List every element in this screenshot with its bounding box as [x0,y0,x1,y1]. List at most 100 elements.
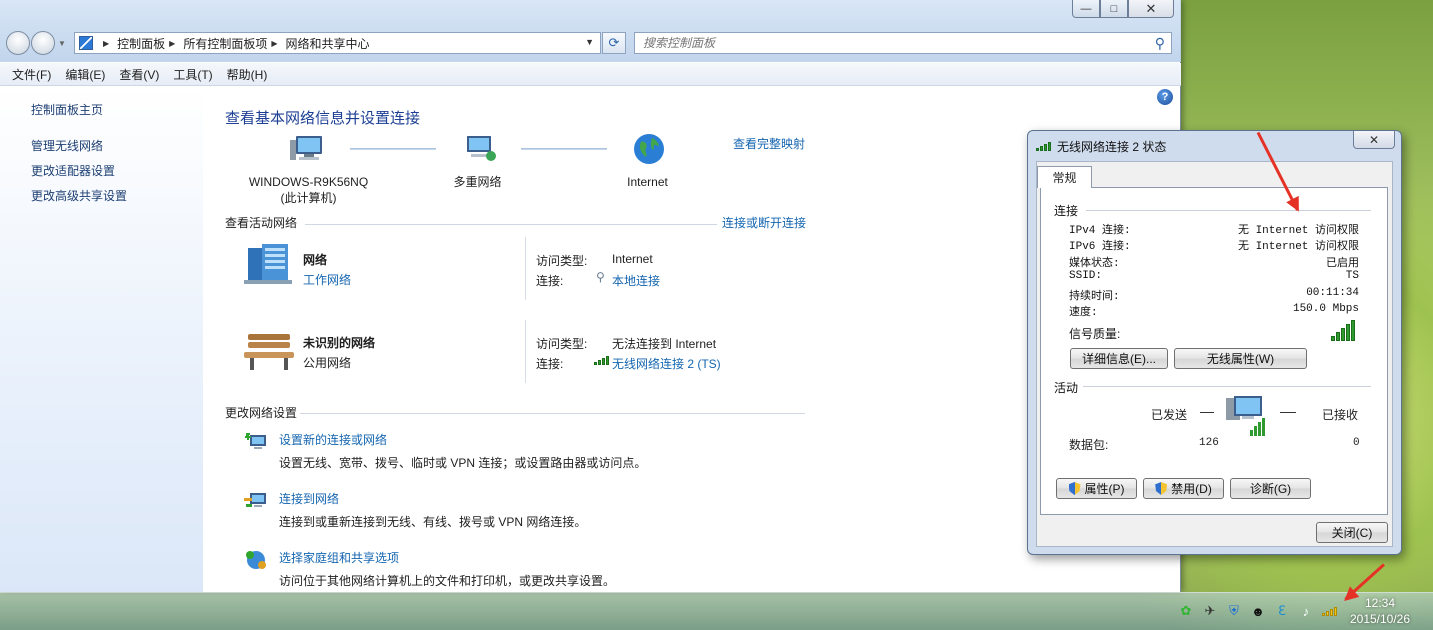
signal-quality-label: 信号质量: [1069,327,1121,341]
close-icon: ✕ [1368,132,1380,147]
navigation-buttons: ▼ [6,31,66,55]
close-button[interactable]: ✕ [1128,0,1174,18]
properties-button-label: 属性(P) [1084,482,1125,496]
wifi-tray-icon[interactable]: ✿ [1178,603,1194,619]
menu-view[interactable]: 查看(V) [112,66,166,83]
connect-to-network-link[interactable]: 连接到网络 [279,490,339,507]
divider [1200,412,1214,413]
page-title: 查看基本网络信息并设置连接 [225,110,421,127]
ipv4-value: 无 Internet 访问权限 [1237,225,1359,237]
local-connection-link[interactable]: 本地连接 [612,272,660,289]
caption-buttons: — □ ✕ [1072,0,1174,18]
sidebar-item-control-panel-home[interactable]: 控制面板主页 [31,101,103,118]
map-connection-line [521,148,607,150]
received-label: 已接收 [1322,408,1359,422]
breadcrumb-control-panel[interactable]: 控制面板 [117,35,165,52]
security-shield-icon[interactable]: ⛨ [1226,603,1242,619]
menu-help[interactable]: 帮助(H) [220,66,275,83]
packets-received-value: 0 [1353,437,1360,449]
connection-label: 连接: [536,274,564,288]
disable-button[interactable]: 禁用(D) [1143,478,1224,499]
homegroup-sharing-link[interactable]: 选择家庭组和共享选项 [279,549,399,566]
wireless-properties-button[interactable]: 无线属性(W) [1174,348,1307,369]
qq-penguin-icon[interactable]: ☻ [1250,603,1266,619]
homegroup-icon [244,549,268,571]
details-button[interactable]: 详细信息(E)... [1070,348,1168,369]
ssid-label: SSID: [1069,270,1103,282]
recent-pages-dropdown-icon[interactable]: ▼ [58,39,66,48]
packets-label: 数据包: [1069,438,1109,452]
computer-icon [289,134,327,164]
internet-label: Internet [627,175,668,189]
connect-disconnect-link[interactable]: 连接或断开连接 [722,214,806,231]
setup-new-connection-desc: 设置无线、宽带、拨号、临时或 VPN 连接；或设置路由器或访问点。 [279,456,647,470]
network-name: 网络 [303,253,328,267]
park-bench-icon [244,330,294,372]
clock-date: 2015/10/26 [1349,612,1411,626]
access-type-value: 无法连接到 Internet [612,337,717,351]
dialog-title-bar: 无线网络连接 2 状态 [1036,138,1166,155]
dialog-close-button[interactable]: ✕ [1353,131,1395,149]
control-panel-icon [79,36,93,50]
refresh-button[interactable]: ⟳ [602,32,626,54]
search-box[interactable]: ⚲ [634,32,1172,54]
ipv6-label: IPv6 连接: [1069,241,1131,253]
divider [1083,386,1371,387]
setup-new-connection-link[interactable]: 设置新的连接或网络 [279,431,387,448]
access-type-label: 访问类型: [536,254,588,268]
ipv4-label: IPv4 连接: [1069,225,1131,237]
divider [525,237,526,300]
speed-value: 150.0 Mbps [1292,303,1359,315]
browser-e-icon[interactable]: ℇ [1274,603,1290,619]
computer-node-label: WINDOWS-R9K56NQ (此计算机) [231,174,386,206]
breadcrumb-arrow-icon[interactable]: ▶ [271,39,277,48]
forward-button[interactable] [31,31,55,55]
breadcrumb-all-items[interactable]: 所有控制面板项 [183,35,267,52]
computer-name: WINDOWS-R9K56NQ [248,175,369,189]
wireless-signal-tray-icon[interactable] [1322,606,1337,616]
duration-value: 00:11:34 [1306,287,1359,299]
ssid-value: TS [1345,270,1359,282]
dialog-close-action-button[interactable]: 关闭(C) [1316,522,1388,543]
menu-file[interactable]: 文件(F) [5,66,58,83]
network-tray-icon[interactable]: ✈ [1202,603,1218,619]
diagnose-button[interactable]: 诊断(G) [1230,478,1311,499]
connect-network-icon [244,490,268,512]
network-activity-icon [1224,394,1266,448]
menu-edit[interactable]: 编辑(E) [58,66,112,83]
search-icon[interactable]: ⚲ [1155,35,1165,52]
back-button[interactable] [6,31,30,55]
sidebar-item-advanced-sharing[interactable]: 更改高级共享设置 [31,187,127,204]
work-network-link[interactable]: 工作网络 [303,271,351,288]
homegroup-sharing-desc: 访问位于其他网络计算机上的文件和打印机，或更改共享设置。 [279,574,616,588]
breadcrumb-arrow-icon[interactable]: ▶ [169,39,175,48]
breadcrumb-network-center[interactable]: 网络和共享中心 [286,35,370,52]
address-bar[interactable]: ▶ 控制面板 ▶ 所有控制面板项 ▶ 网络和共享中心 ▼ [74,32,601,54]
taskbar: ✿ ✈ ⛨ ☻ ℇ ♪ [0,592,1433,630]
globe-icon [633,133,665,165]
divider [1086,210,1371,211]
system-tray: ✿ ✈ ⛨ ☻ ℇ ♪ [1178,603,1337,619]
menu-bar: 文件(F) 编辑(E) 查看(V) 工具(T) 帮助(H) [0,63,1181,86]
wireless-connection-link[interactable]: 无线网络连接 2 (TS) [612,355,721,372]
help-icon[interactable]: ? [1157,89,1173,105]
search-input[interactable] [643,36,1123,50]
access-type-value: Internet [612,252,653,266]
divider [305,224,717,225]
maximize-button[interactable]: □ [1100,0,1128,18]
ipv6-value: 无 Internet 访问权限 [1237,241,1359,253]
tab-general[interactable]: 常规 [1037,166,1092,188]
minimize-button[interactable]: — [1072,0,1100,18]
speed-label: 速度: [1069,307,1098,319]
sidebar-item-manage-wireless[interactable]: 管理无线网络 [31,137,103,154]
speaker-icon[interactable]: ♪ [1298,603,1314,619]
multiple-networks-icon [460,134,498,164]
address-dropdown-icon[interactable]: ▼ [585,37,594,47]
uac-shield-icon [1155,482,1168,495]
new-connection-icon [244,431,268,453]
menu-tools[interactable]: 工具(T) [166,66,219,83]
breadcrumb-arrow-icon[interactable]: ▶ [103,39,109,48]
sidebar-item-adapter-settings[interactable]: 更改适配器设置 [31,162,115,179]
full-map-link[interactable]: 查看完整映射 [733,135,805,152]
properties-button[interactable]: 属性(P) [1056,478,1137,499]
